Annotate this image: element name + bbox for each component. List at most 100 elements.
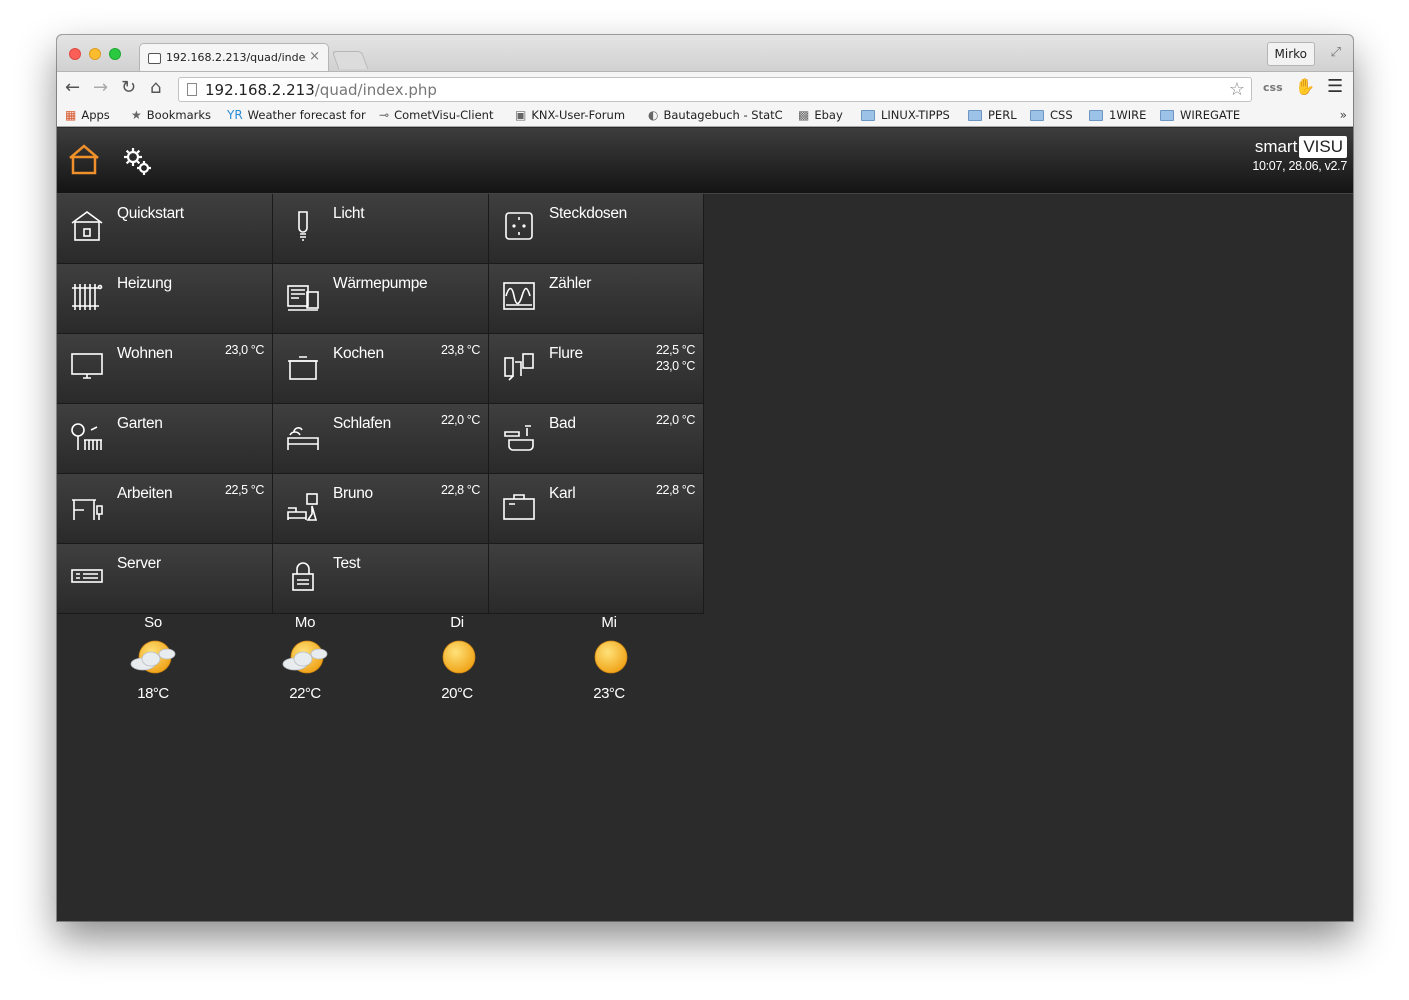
- settings-gear-icon[interactable]: [120, 144, 154, 178]
- tab-close-icon[interactable]: ×: [309, 49, 320, 64]
- tile-label: Arbeiten: [117, 485, 173, 502]
- tile-label: Steckdosen: [549, 205, 627, 222]
- new-tab-button[interactable]: [331, 51, 369, 69]
- tile-label: Bad: [549, 415, 576, 432]
- tab-bar: 192.168.2.213/quad/index.php × Mirko ⤢: [57, 35, 1353, 71]
- tile-bad[interactable]: Bad 22,0 °C: [489, 404, 704, 474]
- back-icon[interactable]: ←: [65, 78, 80, 98]
- bookmark-label: WIREGATE: [1180, 108, 1241, 122]
- tile-steckdosen[interactable]: Steckdosen: [489, 194, 704, 264]
- address-bar[interactable]: 192.168.2.213/quad/index.php ☆: [178, 77, 1252, 102]
- brand-visu: VISU: [1299, 136, 1347, 158]
- tile-karl[interactable]: Karl 22,8 °C: [489, 474, 704, 544]
- tile-wohnen[interactable]: Wohnen 23,0 °C: [57, 334, 273, 404]
- brand-logo: smart VISU: [1255, 136, 1347, 158]
- sun-cloud-icon: [282, 640, 328, 674]
- tile-label: Server: [117, 555, 161, 572]
- url-text[interactable]: 192.168.2.213/quad/index.php: [205, 81, 437, 99]
- bookmark-item[interactable]: ▣ KNX-User-Forum: [515, 108, 625, 122]
- tile-label: Quickstart: [117, 205, 184, 222]
- bed-icon: [287, 427, 319, 450]
- link-icon: ⊸: [379, 108, 390, 122]
- bookmark-label: KNX-User-Forum: [531, 108, 626, 122]
- tile-heizung[interactable]: Heizung: [57, 264, 273, 334]
- bookmark-label: CSS: [1050, 108, 1073, 122]
- room-temperature: 22,0 °C: [440, 413, 480, 427]
- bookmark-item[interactable]: YR Weather forecast for: [227, 108, 366, 122]
- menu-icon[interactable]: ☰: [1327, 76, 1343, 97]
- bookmark-label: Weather forecast for: [247, 108, 366, 122]
- bookmark-item[interactable]: CSS: [1030, 108, 1073, 122]
- hallway-icon: [504, 353, 534, 381]
- hand-extension-icon[interactable]: ✋: [1295, 77, 1315, 96]
- bookmark-item[interactable]: ⊸ CometVisu-Client: [379, 108, 493, 122]
- close-window-button[interactable]: [69, 48, 81, 60]
- lock-icon: [292, 562, 314, 591]
- tile-garten[interactable]: Garten: [57, 404, 273, 474]
- tile-quickstart[interactable]: Quickstart: [57, 194, 273, 264]
- forecast-day: Mo 22°C: [255, 614, 355, 702]
- bookmark-item[interactable]: 1WIRE: [1089, 108, 1146, 122]
- bookmark-item[interactable]: ◐ Bautagebuch - StatC: [648, 108, 783, 122]
- tile-label: Zähler: [549, 275, 592, 292]
- zoom-window-button[interactable]: [109, 48, 121, 60]
- tv-icon: ▩: [798, 108, 810, 122]
- tile-server[interactable]: Server: [57, 544, 273, 614]
- desk-icon: [72, 499, 103, 520]
- tile-label: Kochen: [333, 345, 384, 362]
- bookmark-item[interactable]: WIREGATE: [1160, 108, 1240, 122]
- reload-icon[interactable]: ↻: [121, 78, 136, 98]
- brand-smart: smart: [1254, 137, 1298, 156]
- bath-icon: [504, 425, 534, 451]
- fullscreen-icon[interactable]: ⤢: [1331, 45, 1341, 60]
- minimize-window-button[interactable]: [89, 48, 101, 60]
- bookmark-label: Apps: [81, 108, 110, 122]
- bookmarks-more-icon[interactable]: »: [1340, 108, 1347, 122]
- bookmark-label: Ebay: [814, 108, 843, 122]
- browser-toolbar: ← → ↻ ⌂ 192.168.2.213/quad/index.php ☆ c…: [57, 71, 1353, 105]
- tile-label: Schlafen: [333, 415, 391, 432]
- bookmark-item[interactable]: LINUX-TIPPS: [861, 108, 950, 122]
- tile-label: Test: [333, 555, 361, 572]
- folder-icon: [1160, 109, 1174, 121]
- forecast-day: Mi 23°C: [559, 614, 659, 702]
- bookmark-star-icon[interactable]: ☆: [1229, 79, 1245, 100]
- tile-arbeiten[interactable]: Arbeiten 22,5 °C: [57, 474, 273, 544]
- tile-label: Wärmepumpe: [333, 275, 428, 292]
- forecast-day-name: Di: [450, 614, 464, 631]
- tile-bruno[interactable]: Bruno 22,8 °C: [273, 474, 489, 544]
- tile-schlafen[interactable]: Schlafen 22,0 °C: [273, 404, 489, 474]
- room-temperature: 23,8 °C: [440, 343, 480, 357]
- tile-label: Garten: [117, 415, 163, 432]
- home-icon[interactable]: [67, 142, 101, 176]
- bookmark-label: 1WIRE: [1109, 108, 1147, 122]
- bookmark-item[interactable]: ▦ Apps: [65, 108, 110, 122]
- tile-wärmepumpe[interactable]: Wärmepumpe: [273, 264, 489, 334]
- socket-icon: [505, 212, 533, 240]
- bookmark-item[interactable]: ▩ Ebay: [798, 108, 843, 122]
- tile-licht[interactable]: Licht: [273, 194, 489, 264]
- page-icon: [187, 83, 197, 96]
- tile-label: Bruno: [333, 485, 373, 502]
- globe-icon: ◐: [648, 108, 659, 122]
- tile-test[interactable]: Test: [273, 544, 489, 614]
- radiator-icon: [72, 284, 103, 310]
- forecast-temperature: 18°C: [137, 685, 169, 702]
- bulb-icon: [298, 211, 308, 241]
- meter-icon: [503, 282, 535, 310]
- page-content: smart VISU 10:07, 28.06, v2.7 Quickstart…: [57, 128, 1353, 921]
- tile-kochen[interactable]: Kochen 23,8 °C: [273, 334, 489, 404]
- browser-tab[interactable]: 192.168.2.213/quad/index.php ×: [139, 43, 329, 71]
- forward-icon[interactable]: →: [93, 78, 108, 98]
- profile-button[interactable]: Mirko: [1266, 42, 1315, 66]
- css-extension-icon[interactable]: css: [1263, 81, 1283, 94]
- tile-flure[interactable]: Flure 22,5 °C 23,0 °C: [489, 334, 704, 404]
- suitcase-icon: [503, 494, 535, 520]
- tile-zähler[interactable]: Zähler: [489, 264, 704, 334]
- home-button-icon[interactable]: ⌂: [150, 78, 161, 98]
- sun-icon: [594, 640, 628, 674]
- room-temperature: 22,8 °C: [440, 483, 480, 497]
- bookmark-item[interactable]: PERL: [968, 108, 1017, 122]
- forecast-day: So 18°C: [103, 614, 203, 702]
- bookmark-item[interactable]: ★ Bookmarks: [131, 108, 211, 122]
